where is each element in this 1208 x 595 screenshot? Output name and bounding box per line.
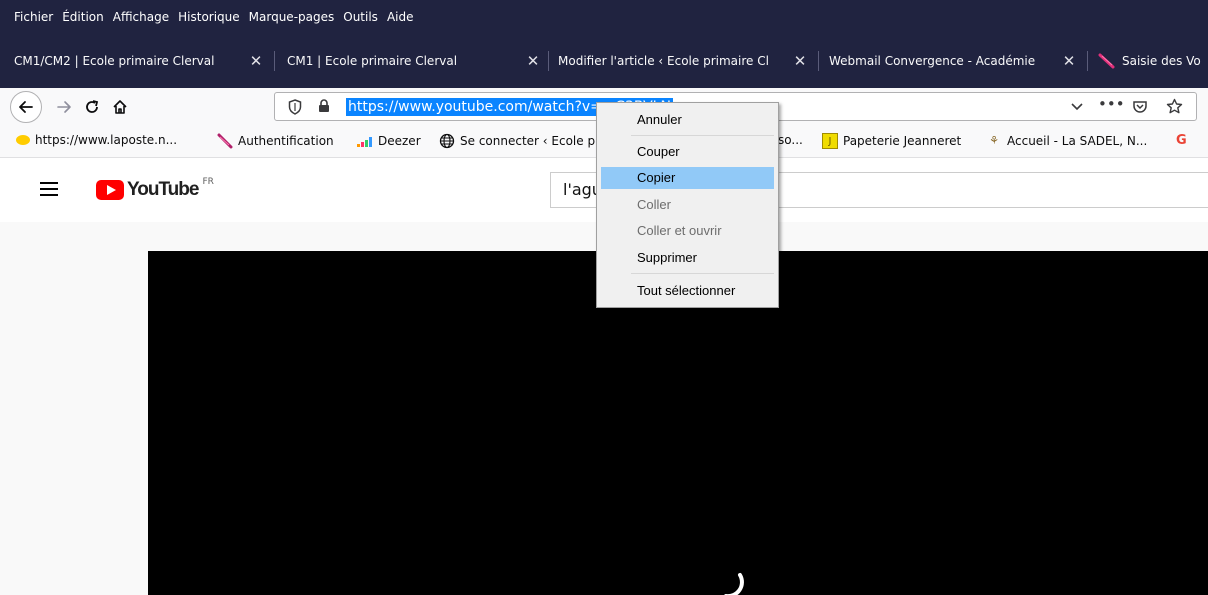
close-icon[interactable]: ✕: [523, 52, 543, 70]
menu-outils[interactable]: Outils: [343, 10, 378, 24]
youtube-logo[interactable]: YouTube FR: [96, 177, 214, 201]
back-button[interactable]: [10, 91, 42, 123]
tab-label: Modifier l'article ‹ Ecole primaire Cl: [558, 54, 769, 68]
bookmark-label: Se connecter ‹ Ecole p: [460, 134, 596, 148]
menu-aide[interactable]: Aide: [387, 10, 414, 24]
tab-label: Webmail Convergence - Académie: [829, 54, 1036, 68]
back-arrow-icon: [19, 101, 33, 113]
menu-item-coller[interactable]: Coller: [601, 194, 774, 216]
loading-spinner-icon: [724, 573, 744, 595]
bookmark-authentification[interactable]: Authentification: [217, 133, 334, 149]
menu-affichage[interactable]: Affichage: [113, 10, 169, 24]
lock-icon[interactable]: [318, 99, 330, 113]
menu-item-couper[interactable]: Couper: [601, 141, 774, 163]
menu-fichier[interactable]: Fichier: [14, 10, 53, 24]
menu-item-coller-et-ouvrir[interactable]: Coller et ouvrir: [601, 220, 774, 242]
tab-separator: [548, 51, 549, 71]
menu-separator: [631, 135, 774, 136]
tab-label: Saisie des Vo: [1122, 54, 1201, 68]
tab-separator: [818, 51, 819, 71]
close-icon[interactable]: ✕: [246, 52, 266, 70]
tab-cm1-cm2[interactable]: CM1/CM2 | Ecole primaire Clerval ✕: [14, 44, 266, 78]
menu-item-copier[interactable]: Copier: [601, 167, 774, 189]
pocket-icon[interactable]: [1132, 99, 1148, 115]
tab-modifier-article[interactable]: Modifier l'article ‹ Ecole primaire Cl ✕: [558, 44, 810, 78]
papeterie-icon: J: [822, 133, 838, 149]
menu-item-supprimer[interactable]: Supprimer: [601, 247, 774, 269]
forward-arrow-icon: [57, 101, 71, 113]
youtube-play-icon: [96, 180, 124, 200]
tab-saisie[interactable]: Saisie des Vo: [1098, 44, 1208, 78]
globe-icon: [439, 133, 455, 149]
context-menu: Annuler Couper Copier Coller Coller et o…: [596, 102, 779, 308]
menu-separator: [631, 273, 774, 274]
forward-button[interactable]: [49, 92, 79, 122]
feather-icon: [1098, 53, 1115, 69]
tab-label: CM1/CM2 | Ecole primaire Clerval: [14, 54, 215, 68]
menu-item-annuler[interactable]: Annuler: [601, 109, 774, 131]
hamburger-menu-icon[interactable]: [40, 182, 58, 196]
bookmark-sadel[interactable]: ⚘ Accueil - La SADEL, N...: [986, 133, 1147, 149]
bookmark-so[interactable]: so...: [778, 133, 803, 147]
tab-webmail[interactable]: Webmail Convergence - Académie ✕: [829, 44, 1079, 78]
home-icon: [113, 100, 127, 114]
bookmark-deezer[interactable]: Deezer: [357, 133, 421, 149]
tab-cm1[interactable]: CM1 | Ecole primaire Clerval ✕: [287, 44, 543, 78]
menu-bar: Fichier Édition Affichage Historique Mar…: [0, 0, 1208, 33]
menu-item-tout-selectionner[interactable]: Tout sélectionner: [601, 280, 774, 302]
bookmark-label: Deezer: [378, 134, 421, 148]
bookmark-label: https://www.laposte.n...: [35, 133, 178, 147]
region-code: FR: [202, 177, 214, 187]
tab-label: CM1 | Ecole primaire Clerval: [287, 54, 458, 68]
bookmark-papeterie[interactable]: J Papeterie Jeanneret: [822, 133, 961, 149]
reload-icon: [86, 100, 99, 113]
feather-icon: [217, 133, 233, 149]
youtube-wordmark: YouTube: [127, 179, 199, 200]
bookmark-se-connecter[interactable]: Se connecter ‹ Ecole p: [439, 133, 595, 149]
menu-edition[interactable]: Édition: [62, 10, 104, 24]
tab-separator: [274, 51, 275, 71]
deezer-icon: [357, 137, 372, 147]
close-icon[interactable]: ✕: [790, 52, 810, 70]
bookmark-label: Accueil - La SADEL, N...: [1007, 134, 1148, 148]
reload-button[interactable]: [77, 92, 107, 122]
bookmark-label: Authentification: [238, 134, 334, 148]
ellipsis-icon[interactable]: •••: [1098, 95, 1125, 113]
google-icon: G: [1176, 133, 1187, 148]
bookmark-label: so...: [778, 133, 803, 147]
sadel-icon: ⚘: [989, 134, 999, 147]
tab-separator: [1087, 51, 1088, 71]
bookmark-laposte[interactable]: https://www.laposte.n...: [16, 133, 177, 147]
chevron-down-icon[interactable]: [1070, 102, 1084, 112]
laposte-icon: [16, 135, 30, 145]
close-icon[interactable]: ✕: [1059, 52, 1079, 70]
shield-icon[interactable]: [288, 99, 302, 115]
home-button[interactable]: [105, 92, 135, 122]
bookmark-label: Papeterie Jeanneret: [843, 134, 962, 148]
menu-historique[interactable]: Historique: [178, 10, 240, 24]
menu-marque-pages[interactable]: Marque-pages: [249, 10, 335, 24]
star-icon[interactable]: [1166, 98, 1183, 115]
tab-strip: CM1/CM2 | Ecole primaire Clerval ✕ CM1 |…: [0, 33, 1208, 88]
bookmark-google[interactable]: G: [1176, 133, 1187, 148]
